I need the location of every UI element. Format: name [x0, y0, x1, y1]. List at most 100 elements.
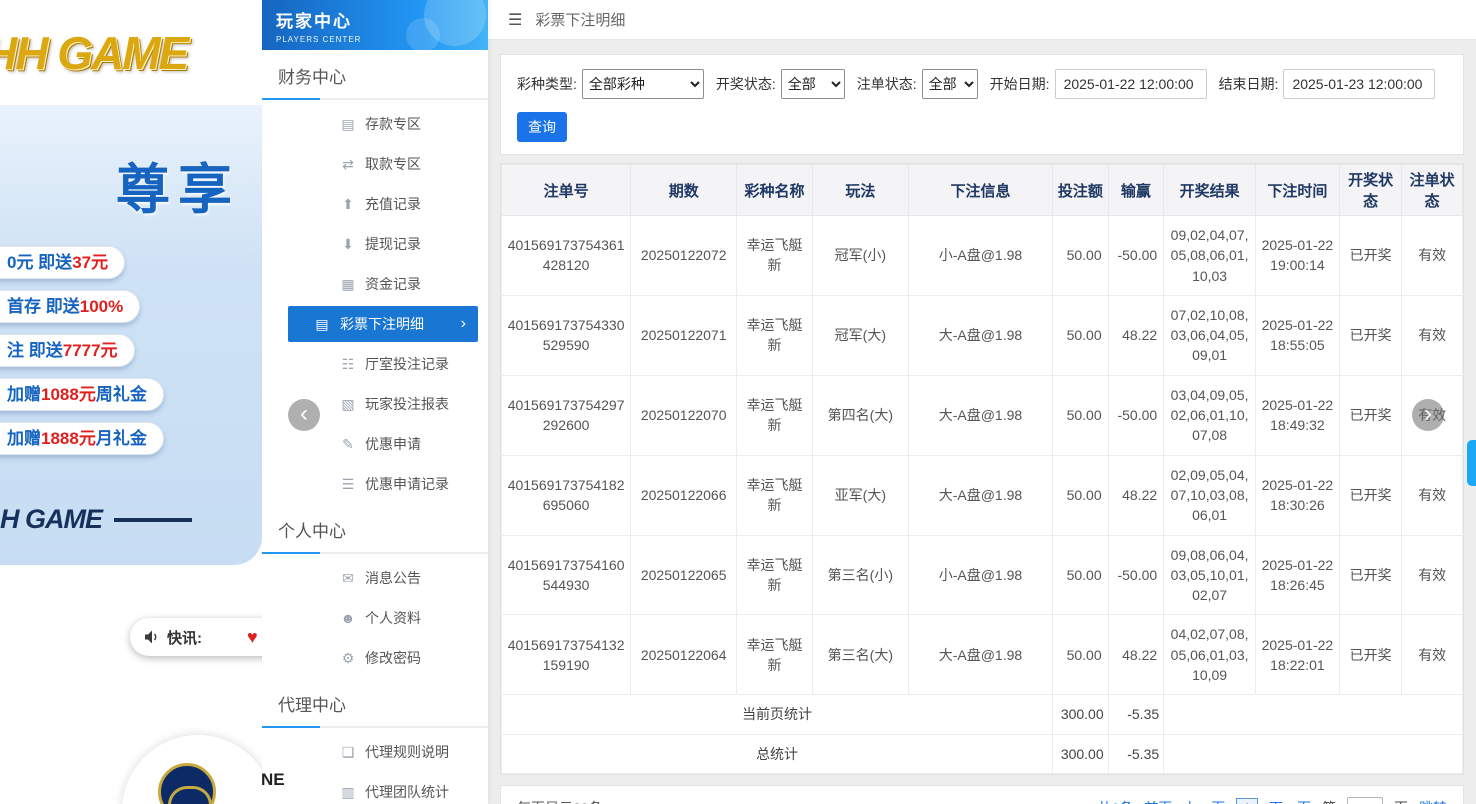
sidebar-item-label: 个人资料 [365, 610, 421, 626]
cell-bet-time: 2025-01-22 18:55:05 [1255, 294, 1340, 376]
cell-draw-result: 03,04,09,05,02,06,01,10,07,08 [1163, 374, 1257, 456]
next-page-link[interactable]: 下一页 [1269, 798, 1311, 804]
end-date-input[interactable] [1283, 69, 1436, 99]
pill-highlight: 37元 [72, 253, 109, 272]
cell-lottery-name: 幸运飞艇新 [736, 534, 813, 616]
summary-winloss: -5.35 [1107, 733, 1165, 774]
sidebar-item-deposit[interactable]: ▤ 存款专区 [262, 104, 488, 144]
profile-icon: ☻ [340, 610, 356, 626]
table-row: 401569173754330529590 20250122071 幸运飞艇新 冠军(… [500, 294, 1463, 376]
cell-bet-amount: 50.00 [1052, 614, 1109, 696]
sidebar-item-label: 厅室投注记录 [365, 356, 449, 372]
cell-lottery-name: 幸运飞艇新 [736, 215, 813, 296]
team-card-label: NE [261, 770, 285, 789]
sidebar-item-bet-details[interactable]: ▤ 彩票下注明细 › [288, 306, 478, 342]
news-ticker[interactable]: 快讯: ♥ [130, 618, 262, 656]
total-count-text: 共6条 [1097, 798, 1133, 804]
current-page-button[interactable]: 1 [1236, 797, 1258, 804]
hall-bet-record-icon: ☷ [341, 355, 355, 372]
pager: 共6条 首页 上一页 1 下一页 第 页 跳转 [1097, 796, 1447, 804]
sidebar-item-label: 存款专区 [365, 116, 421, 132]
brand-line: H GAME [0, 504, 192, 535]
promo-headline: 尊享 [116, 160, 240, 220]
side-widget-tab[interactable] [1467, 440, 1476, 486]
cell-order-status: 有效 [1401, 614, 1463, 696]
pill-highlight: 1088元 [41, 385, 96, 404]
draw-status-select[interactable]: 全部 [780, 69, 845, 99]
cell-lottery-name: 幸运飞艇新 [736, 374, 813, 456]
cell-order-id: 401569173754361428120 [500, 215, 632, 296]
page-size-text: 每页显示20条 [517, 798, 603, 804]
cell-play-type: 亚军(大) [811, 454, 909, 536]
first-page-link[interactable]: 首页 [1144, 798, 1172, 804]
carousel-next-button[interactable]: › [1412, 399, 1444, 431]
cell-win-loss: -50.00 [1107, 534, 1165, 616]
cell-win-loss: -50.00 [1107, 374, 1165, 456]
table-row: 401569173754297292600 20250122070 幸运飞艇新 第四名… [500, 374, 1463, 456]
bet-table-card: 注单号 期数 彩种名称 玩法 下注信息 投注额 输赢 开奖结果 下注时间 开奖状态 注单状态 401… [500, 163, 1464, 775]
sidebar-item-funds-record[interactable]: ▦ 资金记录 [262, 264, 488, 304]
column-header: 下注信息 [907, 164, 1054, 216]
cell-lottery-name: 幸运飞艇新 [736, 294, 813, 376]
cell-draw-result: 09,08,06,04,03,05,10,01,02,07 [1163, 534, 1257, 616]
cell-period: 20250122065 [630, 534, 738, 616]
sidebar-item-password-gear[interactable]: ⚙ 修改密码 [262, 638, 488, 678]
lottery-type-select[interactable]: 全部彩种 [581, 69, 704, 99]
cell-bet-time: 2025-01-22 18:49:32 [1255, 374, 1340, 456]
sidebar-item-label: 修改密码 [365, 650, 421, 666]
column-header: 投注额 [1052, 164, 1109, 216]
jump-page-input[interactable] [1347, 796, 1383, 804]
sidebar-item-promo-apply[interactable]: ✎ 优惠申请 [262, 424, 488, 464]
column-header: 玩法 [811, 164, 909, 216]
sidebar-item-profile[interactable]: ☻ 个人资料 [262, 598, 488, 638]
speaker-icon [144, 630, 160, 644]
carousel-prev-button[interactable]: ‹ [288, 399, 320, 431]
column-header: 彩种名称 [736, 164, 813, 216]
sidebar-item-agent-team[interactable]: ▥ 代理团队统计 [262, 772, 488, 804]
sidebar-item-promo-record[interactable]: ☰ 优惠申请记录 [262, 464, 488, 504]
menu-icon[interactable]: ☰ [508, 10, 522, 30]
sidebar-item-hall-bet-record[interactable]: ☷ 厅室投注记录 [262, 344, 488, 384]
order-status-select[interactable]: 全部 [921, 69, 978, 99]
sidebar-item-agent-rules[interactable]: ❏ 代理规则说明 [262, 732, 488, 772]
bet-report-icon: ▧ [341, 395, 355, 412]
sidebar-section-title: 个人中心 [262, 504, 488, 554]
start-date-input[interactable] [1054, 69, 1207, 99]
cell-play-type: 第三名(小) [811, 534, 909, 616]
sidebar-item-label: 优惠申请 [365, 436, 421, 452]
main-content: ☰ 彩票下注明细 彩种类型: 全部彩种 开奖状态: 全部 注单状态: 全部 开始… [488, 0, 1476, 804]
brand-line-text: H GAME [0, 504, 103, 534]
cell-order-id: 401569173754182695060 [500, 454, 632, 536]
sidebar-item-withdrawal-record[interactable]: ⬇ 提现记录 [262, 224, 488, 264]
sidebar-item-label: 彩票下注明细 [340, 316, 424, 332]
deposit-icon: ▤ [341, 115, 355, 132]
summary-amount: 300.00 [1052, 733, 1109, 774]
promo-pill: 加赠1888元月礼金 [0, 422, 164, 455]
promo-pills: 0元 即送37元 首存 即送100% 注 即送7777元 加赠1088元周礼金 加赠18… [0, 246, 262, 455]
cell-win-loss: 48.22 [1107, 294, 1165, 376]
funds-record-icon: ▦ [341, 275, 355, 292]
cell-bet-amount: 50.00 [1052, 215, 1109, 296]
cell-win-loss: -50.00 [1107, 215, 1165, 296]
sidebar-title: 玩家中心 [276, 12, 352, 31]
promo-pill: 0元 即送37元 [0, 246, 126, 279]
cell-draw-status: 已开奖 [1338, 374, 1403, 456]
sidebar-item-withdraw[interactable]: ⇄ 取款专区 [262, 144, 488, 184]
sidebar-item-label: 提现记录 [365, 236, 421, 252]
search-button[interactable]: 查询 [517, 112, 567, 142]
sidebar-section-title: 财务中心 [262, 50, 488, 100]
prev-page-link[interactable]: 上一页 [1183, 798, 1225, 804]
sidebar-item-recharge-record[interactable]: ⬆ 充值记录 [262, 184, 488, 224]
password-gear-icon: ⚙ [341, 649, 355, 666]
start-date-label: 开始日期: [989, 76, 1050, 92]
team-card [122, 735, 262, 804]
pill-suffix: 月礼金 [95, 429, 147, 448]
cell-bet-time: 2025-01-22 19:00:14 [1255, 215, 1340, 296]
draw-status-label: 开奖状态: [715, 76, 776, 92]
pill-prefix: 加赠 [7, 429, 41, 448]
jump-button[interactable]: 跳转 [1419, 798, 1447, 804]
cell-order-status: 有效 [1401, 454, 1463, 536]
cell-draw-result: 02,09,05,04,07,10,03,08,06,01 [1163, 454, 1257, 536]
sidebar-item-announcement[interactable]: ✉ 消息公告 [262, 558, 488, 598]
column-header: 开奖结果 [1163, 164, 1257, 216]
